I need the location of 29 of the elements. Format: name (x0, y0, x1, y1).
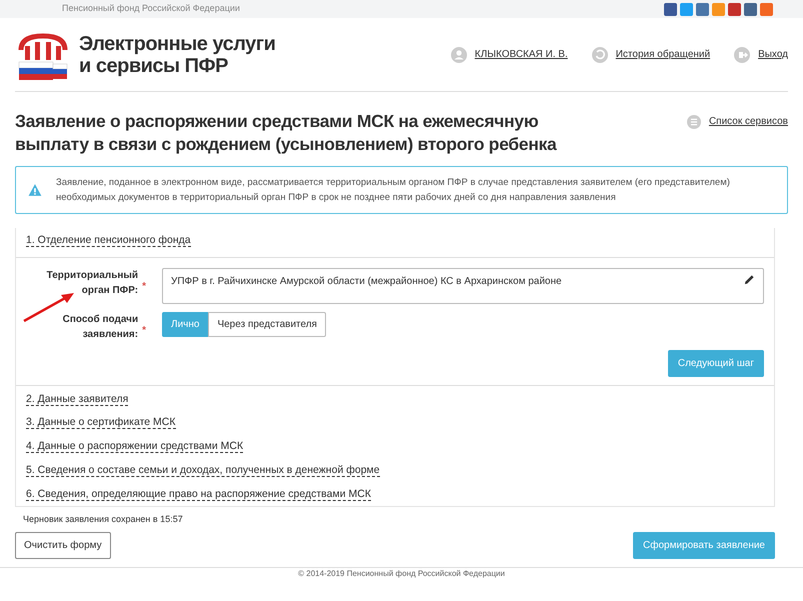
clear-form-button[interactable]: Очистить форму (15, 532, 111, 559)
list-icon (686, 114, 701, 128)
logo-title: Электронные услуги и сервисы ПФР (79, 32, 276, 76)
step-link[interactable]: 1. Отделение пенсионного фонда (26, 234, 191, 247)
user-icon (450, 46, 467, 62)
field-label: Территориальный орган ПФР: (46, 268, 138, 298)
top-bar-text: Пенсионный фонд Российской Федерации (62, 2, 240, 16)
page-title: Заявление о распоряжении средствами МСК на ежемесячную выплату в связи с рождением (усыновлением) второго ребенка (15, 110, 558, 156)
required-mark: * (142, 326, 146, 336)
step-link[interactable]: 6. Сведения, определяющие право на распоряжение средствами МСК (26, 488, 371, 501)
draft-note: Черновик заявления сохранен в 15:57 (23, 513, 184, 526)
exit-icon (734, 46, 750, 62)
step-link[interactable]: 2. Данные заявителя (26, 392, 128, 406)
pencil-icon[interactable] (744, 274, 755, 285)
services-link[interactable]: Список сервисов (708, 114, 788, 129)
history-icon (592, 46, 608, 62)
field-label: Способ подачи заявления: (62, 312, 138, 342)
step-link[interactable]: 3. Данные о сертификате МСК (26, 416, 176, 430)
field-value: УПФР в г. Райчихинске Амурской области (межрайонное) КС в Архаринском районе (171, 274, 562, 289)
alert-text: Заявление, поданное в электронном виде, рассматривается территориальным органом ПФР в случае представления заявителем (его представителем) необходимых документов в территориальный орган ПФР в срок не позднее пяти рабочих дней со дня направления заявления (56, 176, 731, 205)
territorial-organ-field[interactable]: УПФР в г. Райчихинске Амурской области (межрайонное) КС в Архаринском районе (162, 268, 764, 304)
step-link[interactable]: 5. Сведения о составе семьи и доходах, полученных в денежной форме (26, 464, 380, 477)
history-link[interactable]: История обращений (616, 47, 710, 62)
step-link[interactable]: 4. Данные о распоряжении средствами МСК (26, 440, 244, 454)
user-link[interactable]: КЛЫКОВСКАЯ И. В. (474, 47, 568, 62)
footer-text: © 2014-2019 Пенсионный фонд Российской Федерации (0, 566, 803, 579)
exit-link[interactable]: Выход (758, 47, 788, 62)
option-toggle[interactable]: Через представителя (208, 312, 326, 337)
required-mark: * (142, 282, 146, 292)
